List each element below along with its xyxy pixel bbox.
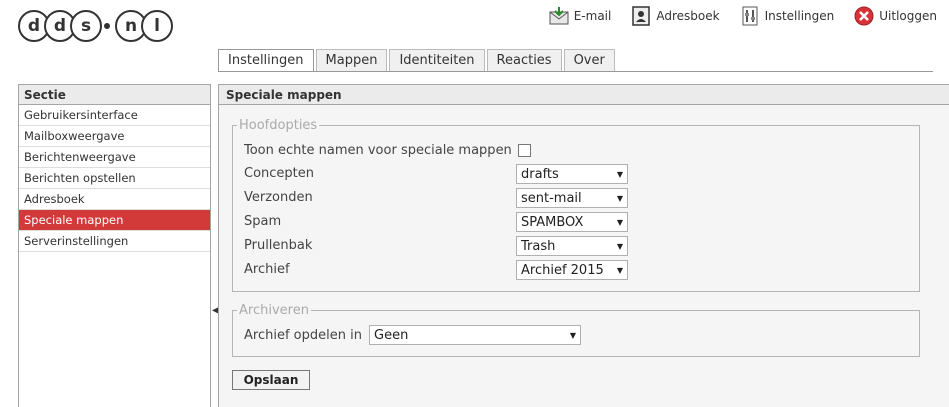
spam-label: Spam	[244, 214, 282, 229]
settings-link-label: Instellingen	[764, 9, 835, 23]
prullenbak-value: Trash	[521, 238, 556, 254]
header: d d s n l E-mail Adresboek Instellingen …	[0, 0, 949, 48]
addressbook-link[interactable]: Adresboek	[631, 6, 720, 26]
section-sidebar: Sectie Gebruikersinterface Mailboxweerga…	[18, 84, 211, 407]
logo-letter-l: l	[141, 10, 173, 42]
tab-mappen[interactable]: Mappen	[315, 49, 388, 71]
addressbook-link-label: Adresboek	[656, 9, 720, 23]
archiveren-legend: Archiveren	[239, 303, 309, 318]
concepten-select[interactable]: drafts ▼	[516, 164, 628, 184]
addressbook-icon	[631, 6, 651, 26]
archief-opdelen-label: Archief opdelen in	[244, 328, 362, 343]
sidebar-item-mailboxweergave[interactable]: Mailboxweergave	[19, 126, 210, 147]
settings-tabs: Instellingen Mappen Identiteiten Reactie…	[218, 49, 617, 72]
archief-label: Archief	[244, 262, 290, 277]
sidebar-item-berichtenweergave[interactable]: Berichtenweergave	[19, 147, 210, 168]
prullenbak-label: Prullenbak	[244, 238, 313, 253]
sidebar-item-speciale-mappen[interactable]: Speciale mappen	[19, 210, 210, 231]
archief-opdelen-value: Geen	[374, 327, 409, 343]
verzonden-label: Verzonden	[244, 190, 313, 205]
chevron-down-icon: ▼	[616, 169, 623, 179]
tab-instellingen[interactable]: Instellingen	[218, 49, 314, 72]
logo[interactable]: d d s n l	[18, 10, 173, 42]
email-link-label: E-mail	[573, 9, 612, 23]
save-button[interactable]: Opslaan	[232, 370, 310, 390]
tab-reacties[interactable]: Reacties	[486, 49, 562, 71]
sidebar-item-adresboek[interactable]: Adresboek	[19, 189, 210, 210]
email-link[interactable]: E-mail	[549, 6, 612, 26]
chevron-down-icon: ▼	[616, 265, 623, 275]
sidebar-item-serverinstellingen[interactable]: Serverinstellingen	[19, 231, 210, 252]
tab-over[interactable]: Over	[563, 49, 615, 71]
logout-icon	[854, 6, 874, 26]
concepten-value: drafts	[521, 166, 559, 182]
top-navigation: E-mail Adresboek Instellingen Uitloggen	[529, 6, 937, 26]
spam-select[interactable]: SPAMBOX ▼	[516, 212, 628, 232]
panel-title: Speciale mappen	[219, 85, 949, 105]
verzonden-select[interactable]: sent-mail ▼	[516, 188, 628, 208]
hoofdopties-legend: Hoofdopties	[239, 118, 318, 133]
archief-opdelen-select[interactable]: Geen ▼	[369, 325, 581, 345]
chevron-down-icon: ▼	[616, 193, 623, 203]
logo-letter-s: s	[70, 10, 102, 42]
tab-identiteiten[interactable]: Identiteiten	[389, 49, 485, 71]
sidebar-item-berichten-opstellen[interactable]: Berichten opstellen	[19, 168, 210, 189]
settings-link[interactable]: Instellingen	[740, 6, 835, 26]
spam-value: SPAMBOX	[521, 214, 584, 230]
concepten-label: Concepten	[244, 166, 315, 181]
show-real-names-checkbox[interactable]	[518, 144, 531, 157]
logout-link-label: Uitloggen	[879, 9, 937, 23]
archief-select[interactable]: Archief 2015 ▼	[516, 260, 628, 280]
verzonden-value: sent-mail	[521, 190, 582, 206]
chevron-down-icon: ▼	[616, 217, 623, 227]
logout-link[interactable]: Uitloggen	[854, 6, 937, 26]
archief-value: Archief 2015	[521, 262, 604, 278]
sidebar-header: Sectie	[19, 85, 210, 105]
tab-divider	[218, 71, 933, 72]
chevron-down-icon: ▼	[569, 330, 576, 340]
show-real-names-label: Toon echte namen voor speciale mappen	[244, 143, 512, 158]
chevron-down-icon: ▼	[616, 241, 623, 251]
mail-icon	[549, 6, 569, 26]
settings-icon	[740, 6, 760, 26]
sidebar-item-gebruikersinterface[interactable]: Gebruikersinterface	[19, 105, 210, 126]
logo-dot	[104, 23, 110, 29]
prullenbak-select[interactable]: Trash ▼	[516, 236, 628, 256]
